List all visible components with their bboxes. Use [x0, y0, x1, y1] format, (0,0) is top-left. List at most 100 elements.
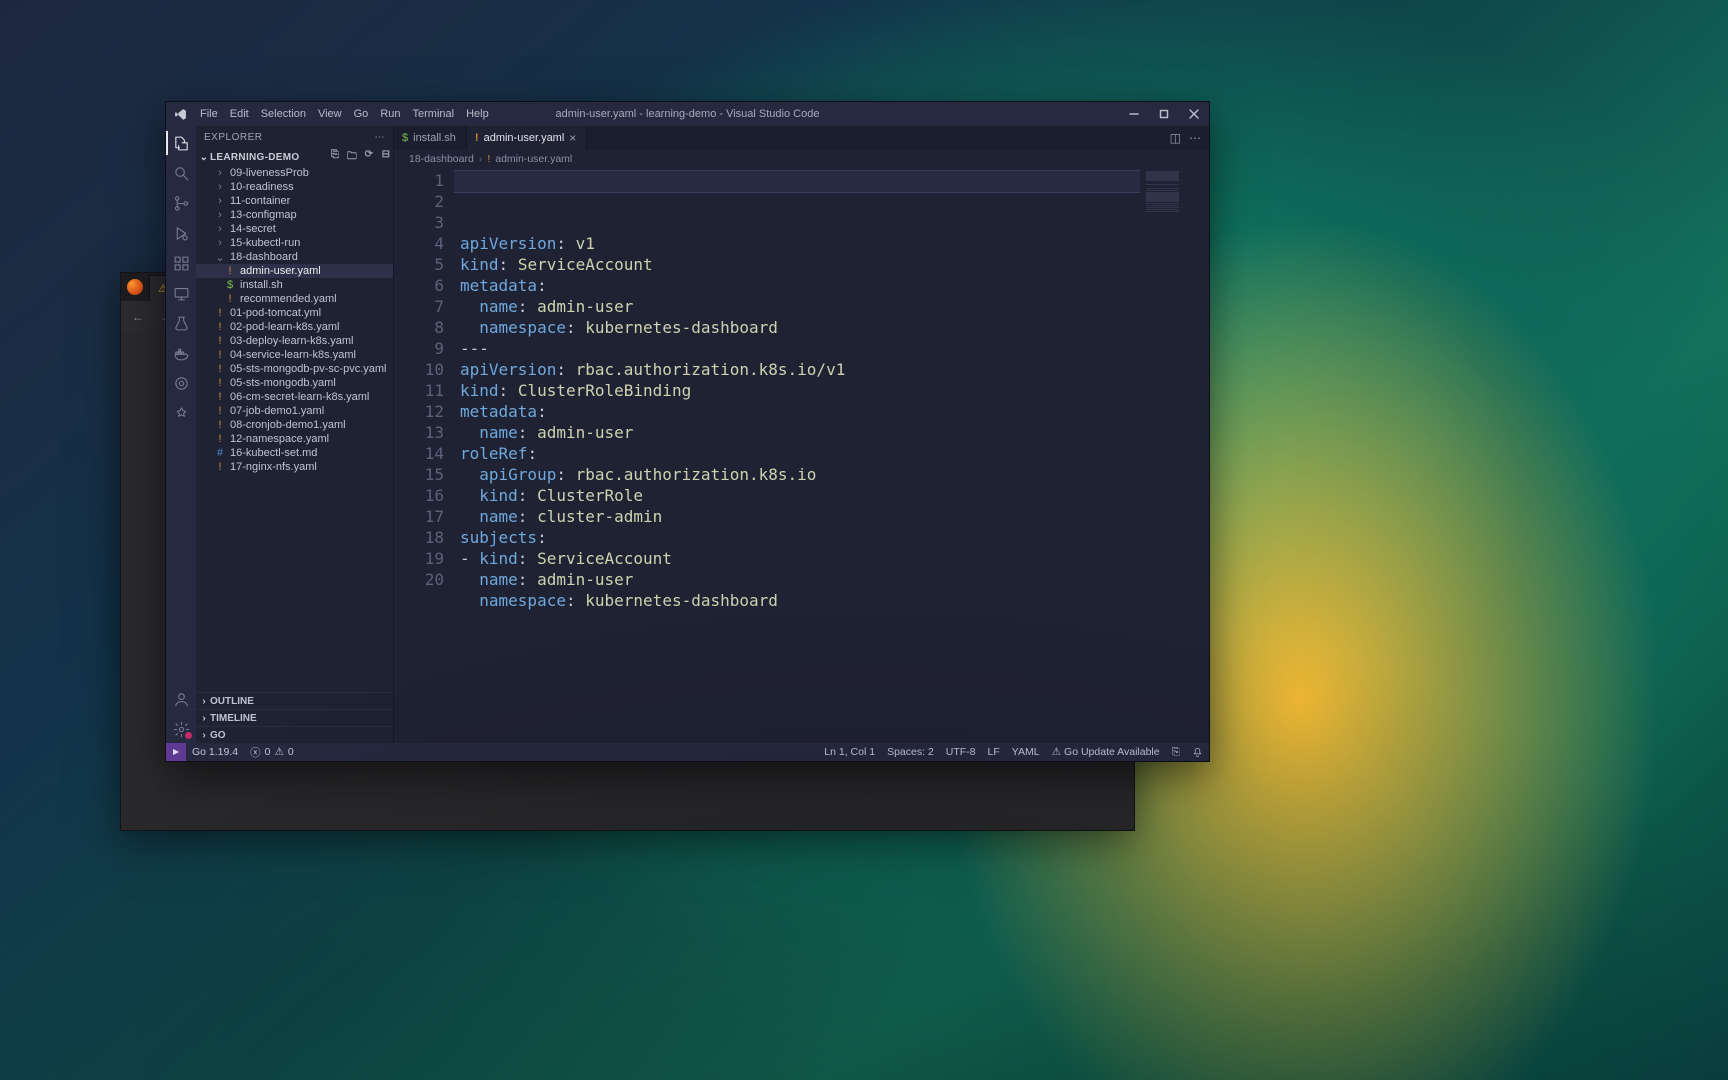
minimap[interactable] — [1140, 167, 1185, 743]
settings-gear-icon[interactable] — [166, 715, 196, 743]
code-editor[interactable]: 1 2 3 4 5 6 7 8 9 10 11 12 13 14 15 16 1… — [394, 167, 1209, 743]
code-line[interactable]: roleRef: — [460, 443, 1140, 464]
launch-indicator[interactable] — [166, 743, 186, 761]
extensions-icon[interactable] — [166, 249, 196, 277]
status-go-update[interactable]: ⚠ Go Update Available — [1046, 746, 1166, 758]
breadcrumb-item[interactable]: 18-dashboard — [409, 153, 474, 165]
code-line[interactable]: --- — [460, 338, 1140, 359]
code-line[interactable]: name: admin-user — [460, 422, 1140, 443]
remote-explorer-icon[interactable] — [166, 279, 196, 307]
tree-file[interactable]: !04-service-learn-k8s.yaml — [196, 348, 393, 362]
tree-file[interactable]: !06-cm-secret-learn-k8s.yaml — [196, 390, 393, 404]
tree-folder[interactable]: ›14-secret — [196, 222, 393, 236]
editor-scrollbar[interactable] — [1197, 167, 1209, 743]
status-go-version[interactable]: Go 1.19.4 — [186, 746, 244, 758]
tree-file[interactable]: #16-kubectl-set.md — [196, 446, 393, 460]
testing-icon[interactable] — [166, 309, 196, 337]
code-line[interactable]: kind: ClusterRoleBinding — [460, 380, 1140, 401]
tree-folder[interactable]: ›15-kubectl-run — [196, 236, 393, 250]
menu-go[interactable]: Go — [349, 106, 374, 122]
code-line[interactable]: kind: ServiceAccount — [460, 254, 1140, 275]
tree-folder[interactable]: ›11-container — [196, 194, 393, 208]
menu-terminal[interactable]: Terminal — [408, 106, 460, 122]
accounts-icon[interactable] — [166, 685, 196, 713]
sidebar-section-outline[interactable]: ›OUTLINE — [196, 692, 393, 709]
tree-file[interactable]: !01-pod-tomcat.yml — [196, 306, 393, 320]
status-notifications-icon[interactable] — [1186, 747, 1209, 758]
tree-file[interactable]: !05-sts-mongodb.yaml — [196, 376, 393, 390]
menu-help[interactable]: Help — [461, 106, 494, 122]
tree-folder[interactable]: ›09-livenessProb — [196, 166, 393, 180]
tree-folder[interactable]: ›13-configmap — [196, 208, 393, 222]
code-line[interactable]: name: cluster-admin — [460, 506, 1140, 527]
new-folder-icon[interactable]: 🗀 — [345, 149, 359, 166]
tree-file[interactable]: !08-cronjob-demo1.yaml — [196, 418, 393, 432]
status-encoding[interactable]: UTF-8 — [940, 746, 982, 758]
collapse-icon[interactable]: ⊟ — [379, 149, 393, 166]
yaml-file-icon: ! — [214, 321, 226, 333]
title-bar[interactable]: FileEditSelectionViewGoRunTerminalHelp a… — [166, 102, 1209, 126]
sidebar-section-go[interactable]: ›GO — [196, 726, 393, 743]
run-debug-icon[interactable] — [166, 219, 196, 247]
source-control-icon[interactable] — [166, 189, 196, 217]
error-icon: ⓧ — [250, 745, 261, 760]
editor-tab[interactable]: !admin-user.yaml× — [467, 126, 587, 150]
code-line[interactable]: namespace: kubernetes-dashboard — [460, 590, 1140, 611]
ai2-icon[interactable] — [166, 399, 196, 427]
status-diagnostics[interactable]: ⓧ0 ⚠0 — [244, 745, 300, 760]
tree-file[interactable]: !12-namespace.yaml — [196, 432, 393, 446]
tree-file[interactable]: !admin-user.yaml — [196, 264, 393, 278]
editor-tab[interactable]: $install.sh — [394, 126, 467, 150]
code-line[interactable]: subjects: — [460, 527, 1140, 548]
menu-edit[interactable]: Edit — [225, 106, 254, 122]
code-line[interactable]: apiGroup: rbac.authorization.k8s.io — [460, 464, 1140, 485]
breadcrumb-item[interactable]: admin-user.yaml — [495, 153, 572, 165]
menu-file[interactable]: File — [195, 106, 223, 122]
yaml-file-icon: ! — [214, 363, 226, 375]
menu-view[interactable]: View — [313, 106, 347, 122]
status-eol[interactable]: LF — [982, 746, 1006, 758]
docker-icon[interactable] — [166, 339, 196, 367]
code-line[interactable]: kind: ClusterRole — [460, 485, 1140, 506]
search-icon[interactable] — [166, 159, 196, 187]
status-feedback-icon[interactable]: ⎘ — [1166, 746, 1186, 759]
status-cursor-position[interactable]: Ln 1, Col 1 — [818, 746, 881, 758]
code-content[interactable]: apiVersion: v1kind: ServiceAccountmetada… — [454, 167, 1140, 743]
refresh-icon[interactable]: ⟳ — [362, 149, 376, 166]
code-line[interactable]: apiVersion: rbac.authorization.k8s.io/v1 — [460, 359, 1140, 380]
workspace-header[interactable]: ⌄ LEARNING-DEMO ⎘🗀⟳⊟ — [196, 148, 393, 166]
ai-icon[interactable] — [166, 369, 196, 397]
new-file-icon[interactable]: ⎘ — [328, 149, 342, 166]
tree-file[interactable]: !05-sts-mongodb-pv-sc-pvc.yaml — [196, 362, 393, 376]
code-line[interactable]: metadata: — [460, 275, 1140, 296]
tree-folder[interactable]: ⌄18-dashboard — [196, 250, 393, 264]
tree-file[interactable]: !07-job-demo1.yaml — [196, 404, 393, 418]
code-line[interactable]: metadata: — [460, 401, 1140, 422]
status-indentation[interactable]: Spaces: 2 — [881, 746, 940, 758]
split-editor-icon[interactable]: ◫ — [1170, 131, 1181, 145]
tab-close-icon[interactable]: × — [569, 131, 576, 145]
code-line[interactable]: namespace: kubernetes-dashboard — [460, 317, 1140, 338]
sidebar-section-timeline[interactable]: ›TIMELINE — [196, 709, 393, 726]
more-icon[interactable]: ⋯ — [1189, 131, 1201, 145]
status-language-mode[interactable]: YAML — [1006, 746, 1046, 758]
code-line[interactable]: - kind: ServiceAccount — [460, 548, 1140, 569]
tree-file[interactable]: !03-deploy-learn-k8s.yaml — [196, 334, 393, 348]
menu-run[interactable]: Run — [375, 106, 405, 122]
tree-folder[interactable]: ›10-readiness — [196, 180, 393, 194]
browser-back-button[interactable]: ← — [127, 306, 149, 328]
window-minimize-button[interactable] — [1119, 102, 1149, 126]
tree-file[interactable]: !17-nginx-nfs.yaml — [196, 460, 393, 474]
tree-file[interactable]: !02-pod-learn-k8s.yaml — [196, 320, 393, 334]
tree-file[interactable]: $install.sh — [196, 278, 393, 292]
tree-file[interactable]: !recommended.yaml — [196, 292, 393, 306]
window-close-button[interactable] — [1179, 102, 1209, 126]
menu-selection[interactable]: Selection — [256, 106, 311, 122]
files-icon[interactable] — [166, 129, 196, 157]
explorer-more-icon[interactable]: ⋯ — [375, 132, 386, 143]
code-line[interactable]: name: admin-user — [460, 569, 1140, 590]
code-line[interactable]: name: admin-user — [460, 296, 1140, 317]
code-line[interactable]: apiVersion: v1 — [460, 233, 1140, 254]
breadcrumbs[interactable]: 18-dashboard›! admin-user.yaml — [394, 150, 1209, 167]
window-maximize-button[interactable] — [1149, 102, 1179, 126]
